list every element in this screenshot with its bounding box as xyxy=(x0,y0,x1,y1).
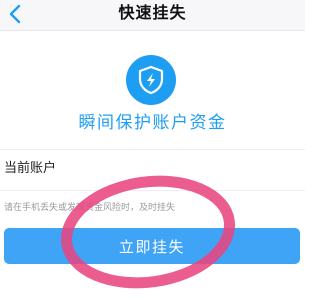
current-account-label: 当前账户 xyxy=(4,161,57,176)
section-divider xyxy=(0,141,305,149)
hero-slogan: 瞬间保护账户资金 xyxy=(78,113,227,133)
tip-text: 请在手机丢失或发现资金风险时，及时挂失 xyxy=(4,203,176,213)
navigation-bar: 快速挂失 xyxy=(0,0,305,31)
hero-section: 瞬间保护账户资金 xyxy=(0,31,305,141)
shield-lightning-icon xyxy=(138,65,164,95)
shield-badge xyxy=(126,55,176,105)
report-loss-button[interactable]: 立即挂失 xyxy=(4,228,300,264)
current-account-row[interactable]: 当前账户 xyxy=(0,149,305,191)
footer-blank xyxy=(0,264,305,300)
page-title: 快速挂失 xyxy=(118,3,187,22)
